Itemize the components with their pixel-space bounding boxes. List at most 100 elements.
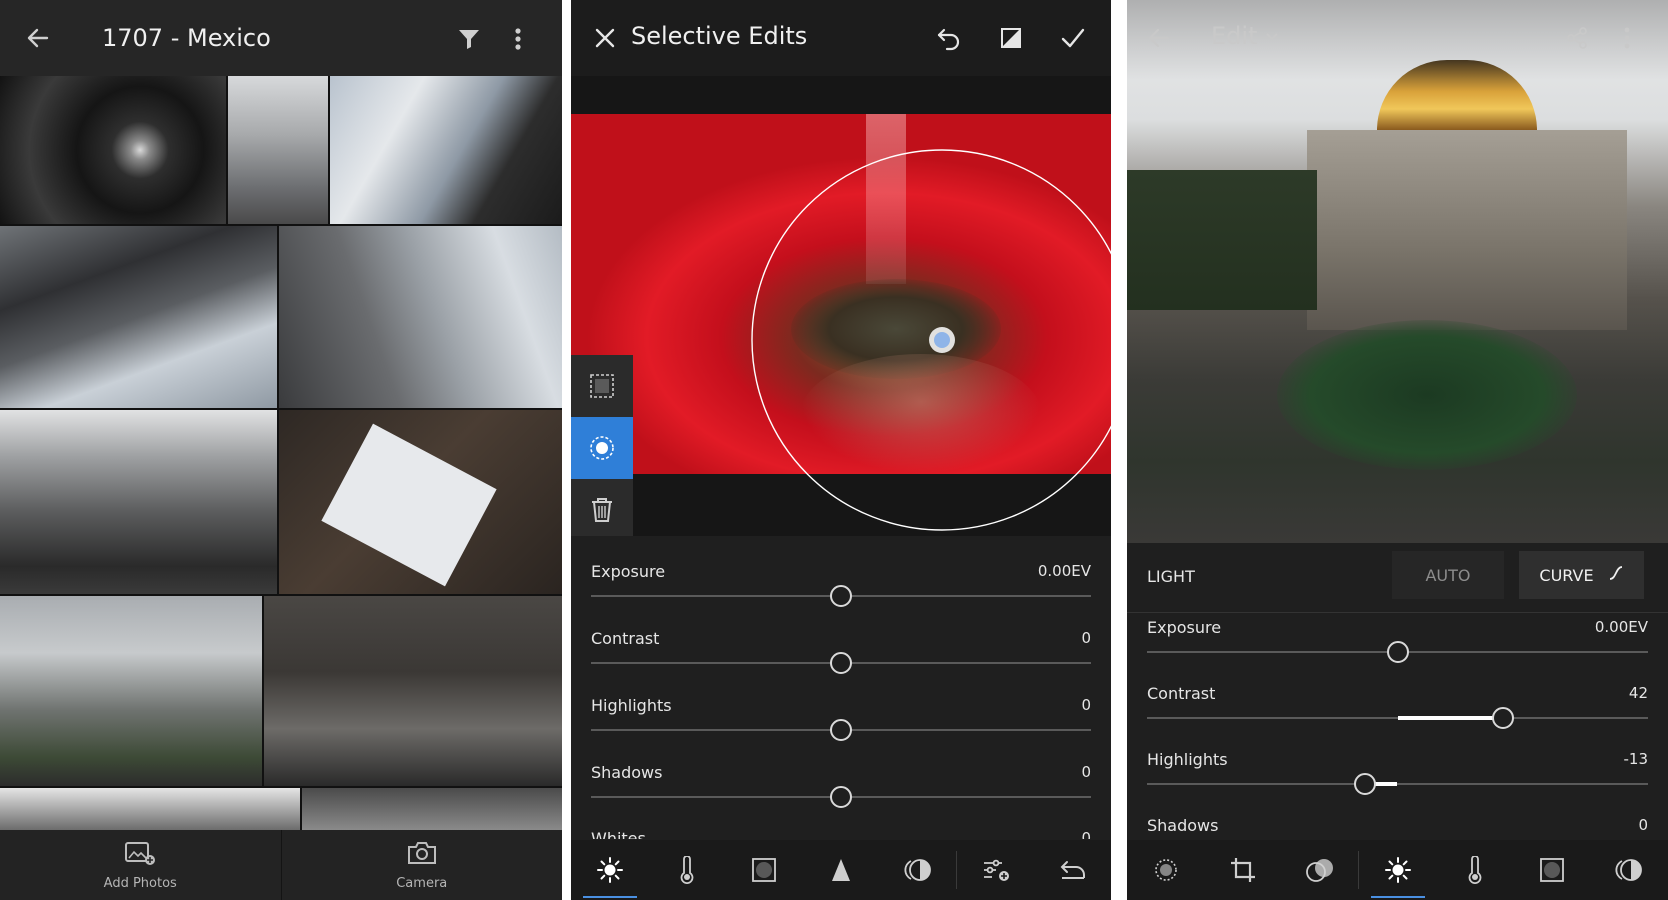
slider-shadows[interactable]: Shadows 0 (591, 763, 1091, 823)
edit-toolbar (571, 840, 1111, 900)
photo-thumbnail[interactable] (0, 788, 300, 830)
filter-icon[interactable] (452, 22, 486, 56)
close-icon[interactable] (587, 20, 623, 56)
curve-icon (1608, 565, 1624, 585)
camera-button[interactable]: Camera (280, 830, 563, 900)
curve-button[interactable]: CURVE (1519, 551, 1644, 599)
tool-presets[interactable] (1281, 840, 1358, 900)
slider-value: 42 (1628, 684, 1648, 702)
tool-optics[interactable] (879, 840, 956, 900)
slider-label: Exposure (1147, 618, 1222, 637)
photo-thumbnail[interactable] (302, 788, 562, 830)
slider-exposure[interactable]: Exposure 0.00EV (1147, 618, 1648, 678)
tool-optics[interactable] (1591, 840, 1668, 900)
tool-color[interactable] (1437, 840, 1514, 900)
tool-detail[interactable] (802, 840, 879, 900)
tool-crop[interactable] (1204, 840, 1281, 900)
slider-knob[interactable] (1491, 707, 1514, 729)
tool-effects[interactable] (1514, 840, 1591, 900)
slider-shadows[interactable]: Shadows 0 (1147, 816, 1648, 840)
compare-icon[interactable] (993, 20, 1029, 56)
color-temp-icon (680, 856, 693, 884)
slider-knob[interactable] (830, 652, 852, 674)
slider-knob[interactable] (830, 585, 852, 607)
tool-light[interactable] (571, 840, 648, 900)
tool-color[interactable] (648, 840, 725, 900)
image-canvas[interactable] (571, 76, 1111, 541)
undo-icon[interactable] (931, 20, 967, 56)
slider-contrast[interactable]: Contrast 42 (1147, 684, 1648, 744)
album-top-bar: 1707 - Mexico (0, 0, 562, 76)
linear-gradient-icon[interactable] (571, 355, 633, 417)
photo-thumbnail[interactable] (0, 76, 226, 224)
photo-thumbnail[interactable] (228, 76, 328, 224)
add-photos-button[interactable]: Add Photos (0, 830, 281, 900)
selective-edits-top-bar: Selective Edits (571, 0, 1111, 76)
photo-grid (0, 76, 562, 830)
back-arrow-icon[interactable] (20, 20, 56, 56)
tool-reset[interactable] (1034, 840, 1111, 900)
slider-fill (1397, 716, 1503, 720)
add-photos-label: Add Photos (103, 875, 177, 891)
effects-icon (1540, 858, 1565, 882)
slider-whites[interactable]: Whites 0 (591, 829, 1091, 839)
presets-icon (1305, 859, 1333, 882)
slider-whites-clip: Whites 0 (571, 821, 1111, 839)
slider-label: Contrast (1147, 684, 1216, 703)
slider-value: 0.00EV (1037, 562, 1091, 580)
effects-icon (751, 858, 776, 882)
slider-track[interactable] (1147, 783, 1648, 785)
tool-light[interactable] (1359, 840, 1436, 900)
add-adjustment-icon (983, 859, 1009, 881)
auto-label: AUTO (1425, 565, 1471, 585)
photo-thumbnail[interactable] (279, 410, 562, 594)
slider-value: 0 (1081, 829, 1091, 839)
slider-value: 0 (1081, 696, 1091, 714)
camera-icon (405, 840, 439, 870)
slider-knob[interactable] (830, 719, 852, 741)
slider-knob[interactable] (830, 786, 852, 808)
slider-value: 0 (1081, 763, 1091, 781)
slider-highlights[interactable]: Highlights 0 (591, 696, 1091, 756)
album-title: 1707 - Mexico (102, 24, 271, 52)
edit-dropdown[interactable]: Edit (1211, 22, 1279, 50)
chevron-down-icon (1265, 27, 1279, 46)
more-vertical-icon[interactable] (506, 22, 530, 56)
tool-add-adjustment[interactable] (957, 840, 1034, 900)
photo-thumbnail[interactable] (0, 596, 262, 786)
slider-highlights[interactable]: Highlights -13 (1147, 750, 1648, 810)
slider-knob[interactable] (1386, 641, 1409, 663)
section-label: LIGHT (1147, 567, 1195, 586)
slider-exposure[interactable]: Exposure 0.00EV (591, 562, 1091, 622)
adjustment-panel: Exposure 0.00EV Contrast 0 Highlights 0 … (571, 536, 1111, 900)
check-icon[interactable] (1055, 20, 1091, 56)
color-temp-icon (1468, 856, 1482, 884)
slider-value: 0 (1081, 629, 1091, 647)
photo-thumbnail[interactable] (0, 226, 277, 408)
slider-contrast[interactable]: Contrast 0 (591, 629, 1091, 689)
selective-icon (1154, 859, 1177, 881)
photo-thumbnail[interactable] (330, 76, 562, 224)
edit-toolbar (1127, 840, 1668, 900)
photo-thumbnail[interactable] (0, 410, 277, 594)
trash-icon[interactable] (571, 479, 633, 541)
radial-gradient-icon[interactable] (571, 417, 633, 479)
photo-thumbnail[interactable] (264, 596, 562, 786)
edit-title: Edit (1211, 22, 1258, 50)
curve-label: CURVE (1539, 565, 1594, 585)
edit-top-bar: Edit (1127, 0, 1668, 76)
auto-button[interactable]: AUTO (1392, 551, 1504, 599)
photo-thumbnail[interactable] (279, 226, 562, 408)
slider-knob[interactable] (1353, 773, 1376, 795)
radial-mask-overlay[interactable] (571, 76, 1111, 536)
selective-edits-screen: Selective Edits Exposure 0.00EV Contrast… (571, 0, 1111, 900)
tool-selective[interactable] (1127, 840, 1204, 900)
more-vertical-icon[interactable] (1615, 20, 1639, 56)
share-icon[interactable] (1559, 20, 1595, 56)
album-bottom-nav: Add Photos Camera (0, 830, 562, 900)
detail-icon (831, 859, 850, 881)
edit-photo[interactable] (1127, 0, 1668, 543)
light-icon (596, 857, 623, 883)
back-arrow-icon[interactable] (1141, 20, 1177, 56)
tool-effects[interactable] (725, 840, 802, 900)
